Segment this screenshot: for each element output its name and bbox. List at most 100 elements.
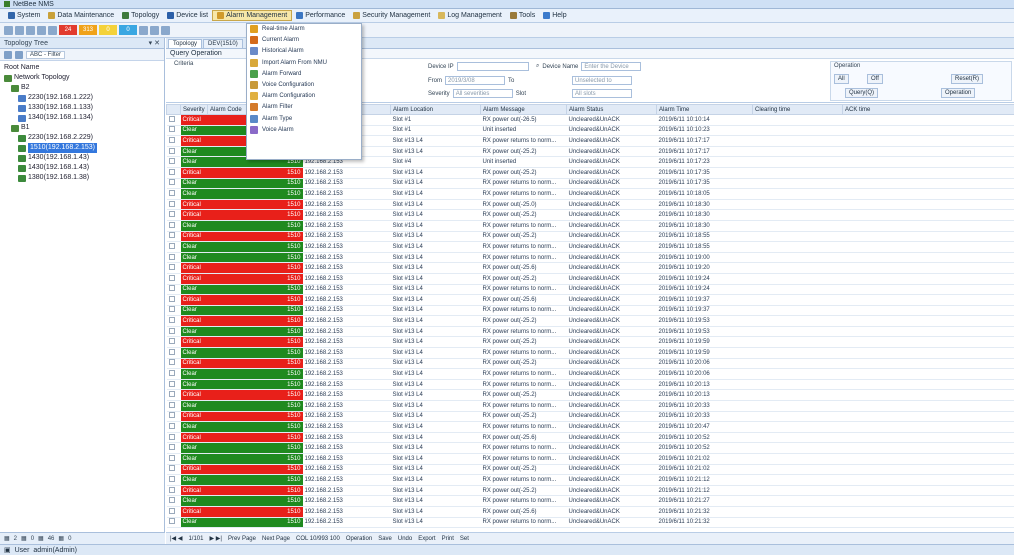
row-checkbox[interactable] [166,114,181,126]
first-page-icon[interactable]: |◀ ◀ [170,535,182,542]
row-checkbox[interactable] [166,379,181,391]
print-button[interactable]: Print [442,536,454,542]
table-row[interactable]: Clear1510192.168.2.153Slot #13 L4RX powe… [166,305,1014,317]
reset-button[interactable]: Reset(R) [951,74,984,84]
table-row[interactable]: Critical1510192.168.2.153Slot #13 L4RX p… [166,231,1014,243]
table-row[interactable]: Clear1510192.168.2.153Slot #13 L4RX powe… [166,241,1014,253]
menu-item-real-time-alarm[interactable]: Real-time Alarm [247,24,361,35]
table-row[interactable]: Clear1510192.168.2.153Slot #13 L4RX powe… [166,474,1014,486]
alarm-count-badge[interactable]: 24 [59,25,77,35]
row-checkbox[interactable] [166,125,181,137]
menu-item-voice-alarm[interactable]: Voice Alarm [247,125,361,136]
row-checkbox[interactable] [166,284,181,296]
row-checkbox[interactable] [166,273,181,285]
table-row[interactable]: Clear1510192.168.2.153Slot #13 L4RX powe… [166,421,1014,433]
column-header[interactable]: Severity [180,104,208,115]
table-row[interactable]: Critical1510192.168.2.153Slot #13 L4RX p… [166,485,1014,497]
device-name-input[interactable]: Enter the Device [581,62,642,71]
row-checkbox[interactable] [166,178,181,190]
tab-dev-1510-[interactable]: DEV(1510) [203,39,243,48]
table-row[interactable]: Critical1510192.168.2.153Slot #13 L4RX p… [166,262,1014,274]
next-icon[interactable]: ▶ ▶| [209,535,221,542]
row-checkbox[interactable] [166,135,181,147]
menu-item-alarm-filter[interactable]: Alarm Filter [247,102,361,113]
menu-topology[interactable]: Topology [118,11,163,20]
row-checkbox[interactable] [166,252,181,264]
table-row[interactable]: Critical1510192.168.2.153Slot #13 L4RX p… [166,506,1014,518]
tree-node[interactable]: 1430(192.168.1.43) [4,153,160,163]
table-row[interactable]: Critical1510192.168.2.153Slot #13 L4RX p… [166,358,1014,370]
alarm-count-badge[interactable]: 0 [99,25,117,35]
column-header[interactable]: Alarm Location [390,104,481,115]
row-checkbox[interactable] [166,517,181,529]
menu-item-voice-configuration[interactable]: Voice Configuration [247,80,361,91]
row-checkbox[interactable] [166,400,181,412]
slot-select[interactable]: All slots [572,89,632,98]
table-row[interactable]: Critical1510192.168.2.153Slot #13 L4RX p… [166,199,1014,211]
operation-menu[interactable]: Operation [346,536,372,542]
table-row[interactable]: Clear1510192.168.2.153Slot #13 L4RX powe… [166,188,1014,200]
table-row[interactable]: Clear1510192.168.2.153Slot #13 L4RX powe… [166,495,1014,507]
row-checkbox[interactable] [166,305,181,317]
row-checkbox[interactable] [166,442,181,454]
menu-performance[interactable]: Performance [292,11,349,20]
table-row[interactable]: Clear1510192.168.2.153Slot #13 L4RX powe… [166,326,1014,338]
table-row[interactable]: Clear1510192.168.2.153Slot #13 L4RX powe… [166,400,1014,412]
all-radio[interactable]: All [834,74,849,84]
menu-item-historical-alarm[interactable]: Historical Alarm [247,46,361,57]
row-checkbox[interactable] [166,495,181,507]
row-checkbox[interactable] [166,474,181,486]
column-header[interactable]: Alarm Status [566,104,657,115]
menu-item-current-alarm[interactable]: Current Alarm [247,35,361,46]
tree-node[interactable]: 1380(192.168.1.38) [4,173,160,183]
row-checkbox[interactable] [166,432,181,444]
off-radio[interactable]: Off [867,74,883,84]
grid-icon[interactable] [26,25,35,35]
row-checkbox[interactable] [166,358,181,370]
row-checkbox[interactable] [166,262,181,274]
table-row[interactable]: Critical1510192.168.2.153Slot #13 L4RX p… [166,336,1014,349]
table-row[interactable]: Clear1510192.168.2.153Slot #13 L4RX powe… [166,220,1014,232]
tree-node[interactable]: B1 [4,123,160,133]
menu-security-management[interactable]: Security Management [349,11,434,20]
menu-help[interactable]: Help [539,11,570,20]
lock-icon[interactable] [161,25,170,35]
row-checkbox[interactable] [166,294,181,306]
home-icon[interactable] [4,25,13,35]
table-row[interactable]: Critical1510192.168.2.153Slot #13 L4RX p… [166,167,1014,179]
menu-tools[interactable]: Tools [506,11,539,20]
tree-node[interactable]: 1510(192.168.2.153) [4,143,160,153]
alarm-count-badge[interactable]: 0 [119,25,137,35]
row-checkbox[interactable] [166,506,181,518]
refresh-icon[interactable] [37,25,46,35]
table-row[interactable]: Clear1510192.168.2.153Slot #13 L4RX powe… [166,453,1014,465]
tree-node[interactable]: 1340(192.168.1.134) [4,113,160,123]
table-row[interactable]: Critical1510192.168.2.153Slot #13 L4RX p… [166,432,1014,444]
table-row[interactable]: Clear1510192.168.2.153Slot #13 L4RX powe… [166,284,1014,296]
table-row[interactable]: Clear1510192.168.2.153Slot #13 L4RX powe… [166,379,1014,391]
severity-select[interactable]: All severities [452,89,513,98]
menu-item-import-alarm-from-nmu[interactable]: Import Alarm From NMU [247,58,361,69]
footer-icon[interactable]: ▦ [58,535,64,542]
locate-icon[interactable] [15,50,23,59]
row-checkbox[interactable] [166,411,181,423]
device-ip-input[interactable] [456,62,529,71]
sound-icon[interactable] [150,25,159,35]
alarm-count-badge[interactable]: 313 [79,25,97,35]
table-row[interactable]: Clear1510192.168.2.153Slot #13 L4RX powe… [166,517,1014,529]
column-header[interactable] [166,104,181,115]
footer-icon[interactable]: ▦ [4,535,10,542]
pin-icon[interactable]: ▾ ✕ [149,39,160,47]
export-button[interactable]: Export [418,536,435,542]
table-row[interactable]: Critical1510192.168.2.153Slot #13 L4RX p… [166,315,1014,327]
row-checkbox[interactable] [166,485,181,497]
footer-icon[interactable]: ▦ [21,535,27,542]
undo-button[interactable]: Undo [398,536,412,542]
search-icon[interactable] [4,50,12,59]
row-checkbox[interactable] [166,146,181,158]
tree-node[interactable]: 2230(192.168.1.222) [4,93,160,103]
table-row[interactable]: Critical1510192.168.2.153Slot #13 L4RX p… [166,209,1014,221]
row-checkbox[interactable] [166,241,181,253]
row-checkbox[interactable] [166,156,181,168]
row-checkbox[interactable] [166,231,181,243]
